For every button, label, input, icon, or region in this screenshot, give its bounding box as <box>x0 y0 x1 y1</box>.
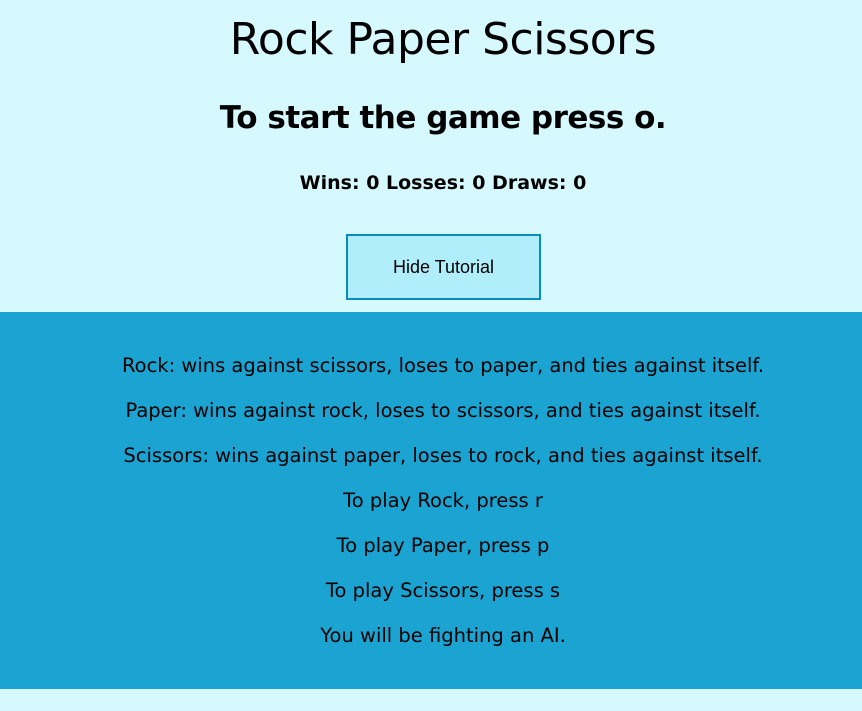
tutorial-key-rock: To play Rock, press r <box>343 489 543 512</box>
tutorial-panel: Rock: wins against scissors, loses to pa… <box>0 312 862 689</box>
game-instructions: To start the game press o. <box>219 100 667 136</box>
tutorial-ai-note: You will be fighting an AI. <box>320 624 566 647</box>
hide-tutorial-button[interactable]: Hide Tutorial <box>346 234 541 300</box>
tutorial-key-paper: To play Paper, press p <box>336 534 550 557</box>
tutorial-line-scissors: Scissors: wins against paper, loses to r… <box>123 444 763 467</box>
score-display: Wins: 0 Losses: 0 Draws: 0 <box>299 172 587 194</box>
page-title: Rock Paper Scissors <box>229 14 657 65</box>
tutorial-line-paper: Paper: wins against rock, loses to sciss… <box>125 399 761 422</box>
tutorial-key-scissors: To play Scissors, press s <box>325 579 561 602</box>
tutorial-line-rock: Rock: wins against scissors, loses to pa… <box>121 354 765 377</box>
